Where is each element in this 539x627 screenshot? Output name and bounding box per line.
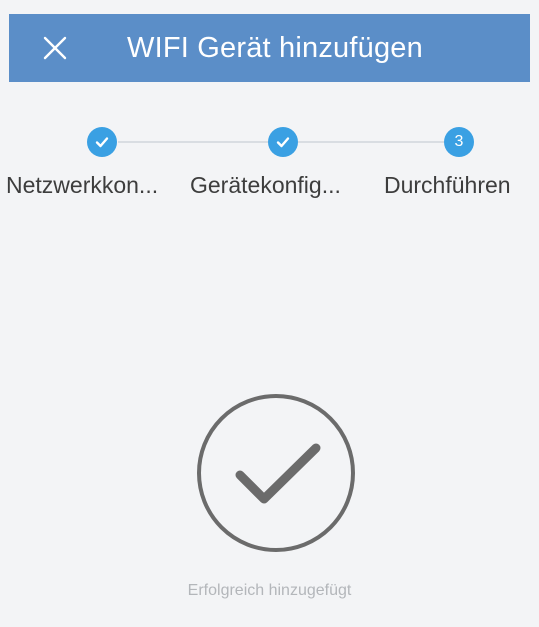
success-check-icon	[196, 393, 356, 553]
step-3-number: 3	[454, 133, 464, 150]
step-connector-1	[118, 141, 268, 143]
wifi-add-device-screen: WIFI Gerät hinzufügen 3 Netzwerkkon... G…	[0, 0, 539, 627]
close-icon	[43, 36, 67, 60]
check-icon	[276, 137, 290, 148]
check-icon	[95, 137, 109, 148]
step-1-indicator	[87, 127, 117, 157]
step-2-label: Gerätekonfig...	[190, 172, 341, 198]
step-connector-2	[298, 141, 444, 143]
title-bar: WIFI Gerät hinzufügen	[9, 14, 530, 82]
close-button[interactable]	[39, 32, 71, 64]
step-1-label: Netzwerkkon...	[6, 172, 159, 198]
page-title: WIFI Gerät hinzufügen	[127, 32, 423, 64]
step-3-label: Durchführen	[384, 172, 511, 198]
step-2-indicator	[268, 127, 298, 157]
step-3-indicator: 3	[444, 127, 474, 157]
success-message: Erfolgreich hinzugefügt	[187, 582, 352, 599]
